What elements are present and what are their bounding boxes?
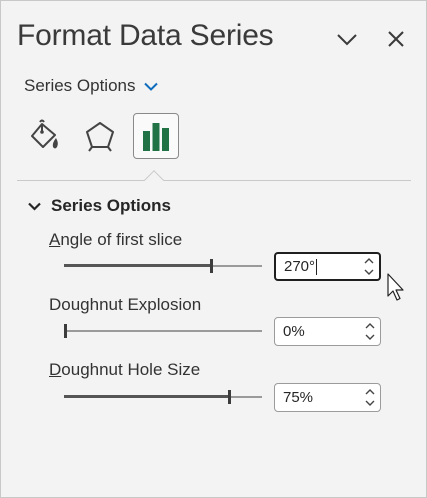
doughnut-hole-size-label: Doughnut Hole Size bbox=[49, 360, 200, 380]
bar-chart-icon bbox=[143, 123, 169, 151]
label-text: ngle of first slice bbox=[60, 230, 183, 249]
format-data-series-pane: Format Data Series Series Options Series… bbox=[0, 0, 427, 498]
chevron-down-icon bbox=[364, 269, 374, 275]
access-key: D bbox=[49, 360, 62, 379]
pentagon-icon bbox=[86, 122, 114, 152]
doughnut-explosion-spinner[interactable]: 0% bbox=[274, 317, 381, 346]
label-text: Doughnut Explosion bbox=[49, 295, 202, 314]
section-title: Series Options bbox=[51, 196, 171, 215]
tab-fill-line[interactable] bbox=[21, 113, 67, 159]
spin-down-button[interactable] bbox=[363, 268, 375, 276]
active-tab-pointer bbox=[144, 170, 164, 190]
slider-fill bbox=[64, 264, 210, 267]
format-tabs bbox=[21, 113, 189, 159]
doughnut-explosion-slider[interactable] bbox=[64, 322, 262, 340]
spin-up-button[interactable] bbox=[364, 388, 376, 396]
chevron-up-icon bbox=[365, 323, 375, 329]
paint-bucket-icon bbox=[31, 119, 58, 149]
series-options-dropdown[interactable]: Series Options bbox=[24, 75, 158, 97]
chevron-up-icon bbox=[364, 258, 374, 264]
slider-track bbox=[64, 330, 262, 332]
spinner-arrows bbox=[360, 318, 380, 345]
chevron-down-icon bbox=[365, 334, 375, 340]
chevron-down-icon bbox=[365, 400, 375, 406]
label-text: oughnut Hole Size bbox=[61, 360, 201, 379]
slider-thumb[interactable] bbox=[64, 324, 67, 338]
mouse-pointer-icon bbox=[387, 273, 404, 301]
angle-of-first-slice-slider[interactable] bbox=[64, 257, 262, 275]
tab-effects[interactable] bbox=[77, 113, 123, 159]
spin-up-button[interactable] bbox=[364, 322, 376, 330]
spin-down-button[interactable] bbox=[364, 399, 376, 407]
task-pane-options-button[interactable] bbox=[333, 25, 361, 53]
text-caret bbox=[316, 259, 318, 276]
series-options-section-header[interactable]: Series Options bbox=[28, 196, 171, 216]
slider-thumb[interactable] bbox=[228, 390, 231, 404]
spin-down-button[interactable] bbox=[364, 333, 376, 341]
spinner-value: 270° bbox=[284, 257, 316, 275]
angle-of-first-slice-spinner[interactable]: 270° bbox=[274, 252, 381, 281]
spinner-value-wrap[interactable]: 270° bbox=[276, 257, 359, 276]
slider-thumb[interactable] bbox=[210, 259, 213, 273]
tab-divider bbox=[17, 180, 411, 181]
close-pane-button[interactable] bbox=[382, 25, 410, 53]
tab-series-options[interactable] bbox=[133, 113, 179, 159]
close-icon bbox=[388, 31, 404, 47]
doughnut-explosion-label: Doughnut Explosion bbox=[49, 295, 201, 315]
pane-title: Format Data Series bbox=[17, 19, 274, 52]
series-options-dropdown-label: Series Options bbox=[24, 76, 136, 95]
slider-fill bbox=[64, 395, 228, 398]
spin-up-button[interactable] bbox=[363, 257, 375, 265]
spinner-arrows bbox=[359, 254, 379, 279]
chevron-down-icon bbox=[337, 34, 357, 46]
chevron-down-icon bbox=[143, 82, 158, 91]
access-key: A bbox=[49, 230, 61, 249]
doughnut-hole-size-slider[interactable] bbox=[64, 388, 262, 406]
doughnut-hole-size-spinner[interactable]: 75% bbox=[274, 383, 381, 412]
spinner-value[interactable]: 0% bbox=[275, 323, 360, 340]
chevron-down-icon bbox=[28, 202, 41, 211]
angle-of-first-slice-label: Angle of first slice bbox=[49, 230, 182, 250]
spinner-arrows bbox=[360, 384, 380, 411]
chevron-up-icon bbox=[365, 389, 375, 395]
spinner-value[interactable]: 75% bbox=[275, 389, 360, 406]
